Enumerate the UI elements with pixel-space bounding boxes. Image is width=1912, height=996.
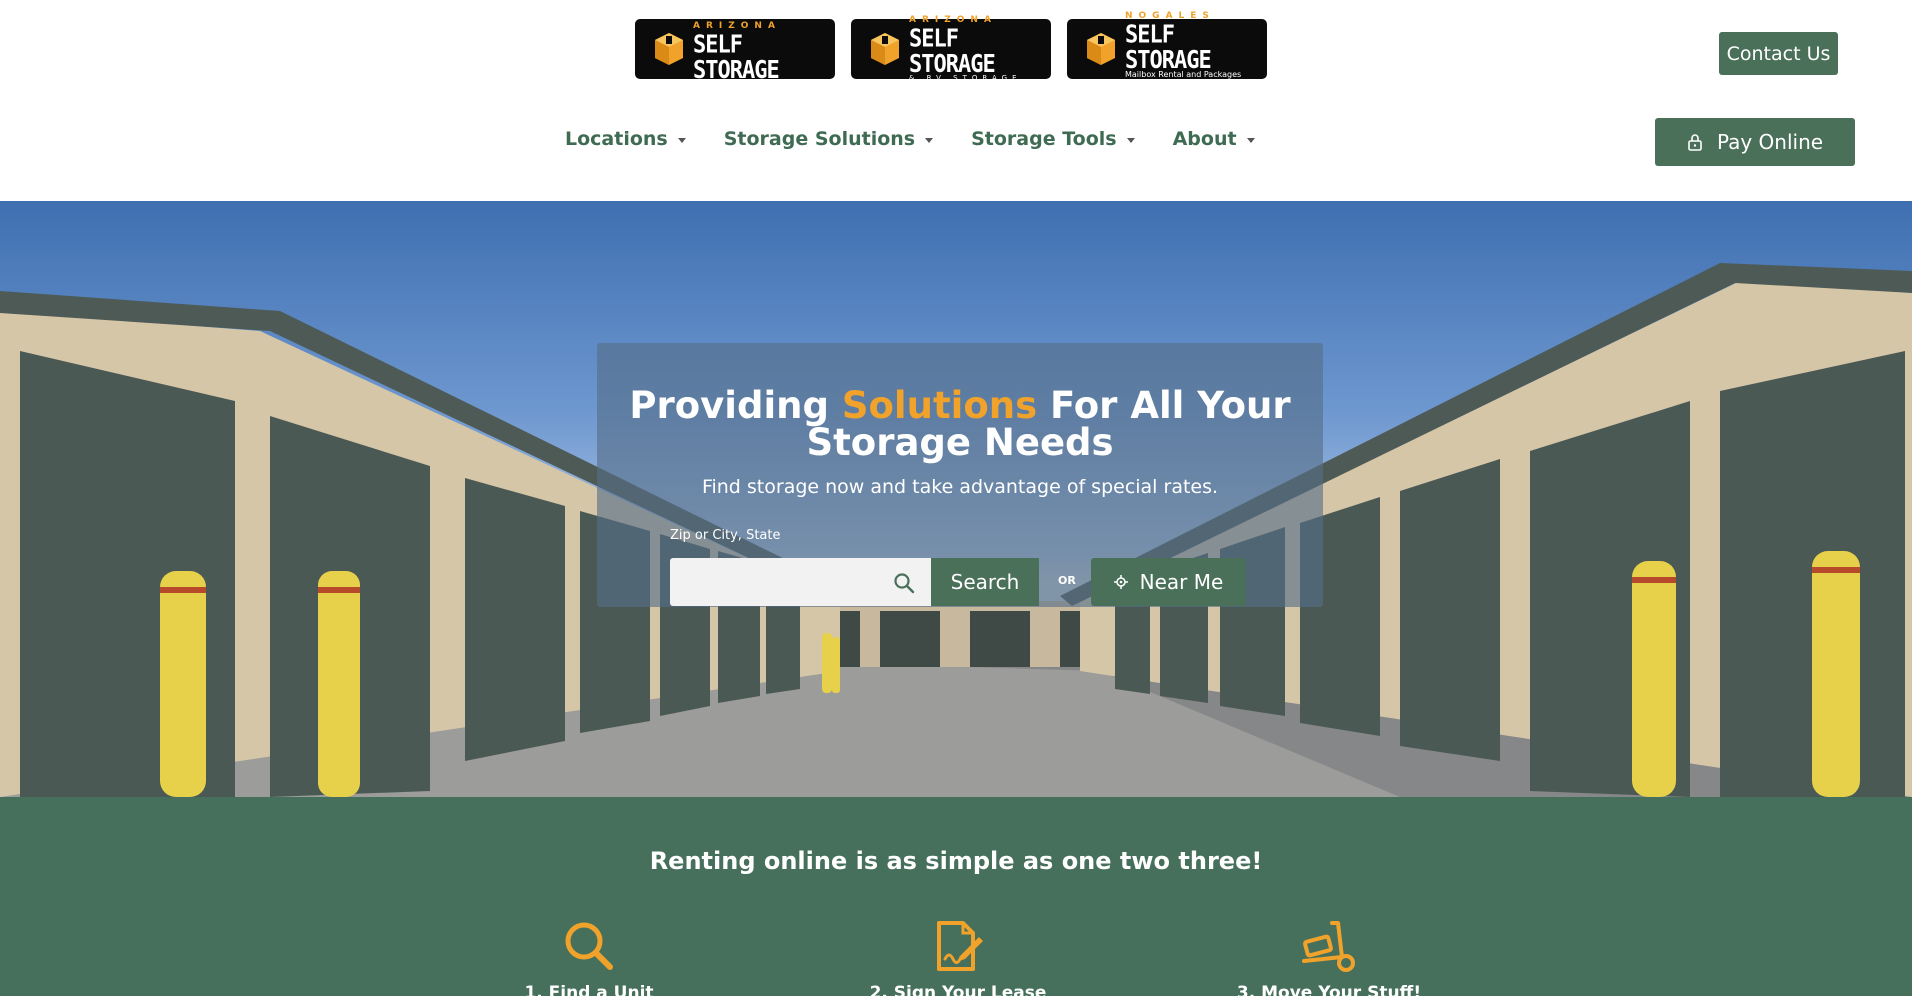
step-move-stuff: 3. Move Your Stuff! xyxy=(1179,919,1479,996)
lock-icon xyxy=(1688,134,1702,151)
main-nav: Locations Storage Solutions Storage Tool… xyxy=(565,128,1255,150)
logo-main-text: SELF STORAGE xyxy=(693,30,780,85)
location-field-label: Zip or City, State xyxy=(670,528,781,543)
pay-online-button[interactable]: Pay Online xyxy=(1655,118,1855,166)
caret-down-icon xyxy=(1126,137,1135,143)
search-button[interactable]: Search xyxy=(931,558,1039,606)
nav-label: Storage Solutions xyxy=(723,128,916,150)
nav-storage-solutions[interactable]: Storage Solutions xyxy=(723,128,934,150)
step-label: 3. Move Your Stuff! xyxy=(1236,983,1422,996)
step-label: 2. Sign Your Lease xyxy=(869,983,1047,996)
nav-label: About xyxy=(1172,128,1237,150)
hero-subtitle: Find storage now and take advantage of s… xyxy=(701,476,1219,498)
caret-down-icon xyxy=(1246,137,1255,143)
caret-down-icon xyxy=(677,137,686,143)
hero-section: Providing Solutions For All Your Storage… xyxy=(0,201,1912,797)
nav-label: Locations xyxy=(565,128,668,150)
logo-main-text: SELF STORAGE xyxy=(909,24,996,79)
storage-box-icon xyxy=(1087,33,1115,65)
logo-arizona-self-storage[interactable]: ARIZONA SELF STORAGE xyxy=(635,19,835,83)
nav-storage-tools[interactable]: Storage Tools xyxy=(971,128,1135,150)
logo-nogales-self-storage[interactable]: NOGALES SELF STORAGE Mailbox Rental and … xyxy=(1067,11,1267,86)
hero-title: Providing Solutions For All Your Storage… xyxy=(597,387,1323,461)
logo-top-text: NOGALES xyxy=(1125,10,1215,21)
step-find-unit: 1. Find a Unit xyxy=(439,919,739,996)
search-icon xyxy=(894,573,915,594)
rental-steps-section: Renting online is as simple as one two t… xyxy=(0,797,1912,996)
sign-lease-icon xyxy=(937,921,983,971)
logo-arizona-rv-storage[interactable]: ARIZONA SELF STORAGE & RV STORAGE xyxy=(851,15,1051,82)
near-me-label: Near Me xyxy=(1139,570,1224,594)
contact-us-button[interactable]: Contact Us xyxy=(1719,32,1838,75)
step-sign-lease: 2. Sign Your Lease xyxy=(808,919,1108,996)
near-me-button[interactable]: Near Me xyxy=(1091,558,1246,606)
logo-top-text: ARIZONA xyxy=(909,15,997,25)
brand-logos: ARIZONA SELF STORAGE ARIZONA SELF STORAG… xyxy=(635,11,1267,86)
caret-down-icon xyxy=(925,137,934,143)
logo-top-text: ARIZONA xyxy=(693,20,781,31)
logo-main-text: SELF STORAGE xyxy=(1125,20,1212,75)
nav-about[interactable]: About xyxy=(1173,128,1255,150)
pay-online-label: Pay Online xyxy=(1716,130,1824,154)
step-label: 1. Find a Unit xyxy=(524,983,654,996)
storage-box-icon xyxy=(655,33,683,65)
search-panel: Providing Solutions For All Your Storage… xyxy=(597,343,1323,607)
location-target-icon xyxy=(1113,575,1128,589)
nav-label: Storage Tools xyxy=(971,128,1117,150)
magnifier-icon xyxy=(565,922,613,970)
site-header: ARIZONA SELF STORAGE ARIZONA SELF STORAG… xyxy=(0,0,1912,201)
nav-locations[interactable]: Locations xyxy=(565,128,686,150)
steps-title: Renting online is as simple as one two t… xyxy=(649,847,1263,875)
storage-box-icon xyxy=(871,33,899,65)
or-separator: OR xyxy=(1058,574,1076,587)
hand-truck-icon xyxy=(1302,921,1355,972)
